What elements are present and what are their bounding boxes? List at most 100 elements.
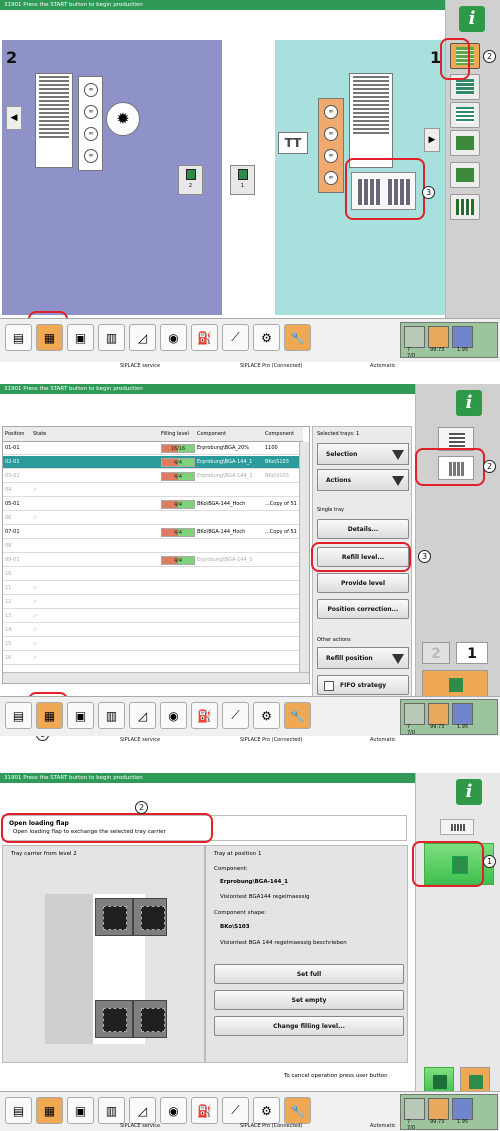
oil-can-button[interactable]: ⛽ bbox=[191, 1097, 218, 1124]
refill-position-dropdown[interactable]: Refill position bbox=[317, 647, 409, 669]
wrench-icon: 🔧 bbox=[290, 1103, 305, 1118]
arrow-left-button[interactable]: ◀ bbox=[6, 106, 22, 130]
col-component-2[interactable]: Component bbox=[265, 427, 294, 442]
bar-chart-button[interactable] bbox=[450, 194, 480, 220]
oil-can-button[interactable]: ⛽ bbox=[191, 324, 218, 351]
col-state[interactable]: State bbox=[33, 427, 46, 442]
fifo-checkbox[interactable] bbox=[324, 681, 334, 691]
book-button[interactable]: ▥ bbox=[98, 702, 125, 729]
table-row[interactable]: 04 ▱ bbox=[3, 484, 303, 497]
table-row[interactable]: 07-01 BKo\BGA-144_Hoch ...Copy of 51 4/4 bbox=[3, 526, 303, 539]
cell-position: 02-01 bbox=[5, 459, 20, 465]
table-row[interactable]: 01-01 Erprobung\BGA_20% 1100 16/16 bbox=[3, 442, 303, 455]
level-2-button[interactable]: 2 bbox=[422, 642, 450, 664]
settings-button[interactable]: ⚙ bbox=[253, 1097, 280, 1124]
table-row[interactable]: 15 ▱ bbox=[3, 638, 303, 651]
stick-button[interactable]: ⟋ bbox=[222, 1097, 249, 1124]
setup-button[interactable]: ▦ bbox=[36, 324, 63, 351]
col-filling[interactable]: Filling level bbox=[161, 427, 189, 442]
connect-button[interactable] bbox=[450, 130, 480, 156]
tt-button[interactable]: TT bbox=[278, 132, 308, 154]
set-empty-button[interactable]: Set empty bbox=[214, 990, 404, 1010]
save-button[interactable]: ▣ bbox=[67, 324, 94, 351]
level-1-button[interactable]: 1 bbox=[456, 642, 488, 664]
grid-icon: ▦ bbox=[43, 708, 56, 723]
sun-icon[interactable]: ✹ bbox=[106, 102, 140, 136]
chart-button[interactable]: ◿ bbox=[129, 702, 156, 729]
tray-list-button[interactable] bbox=[440, 819, 474, 835]
callout-3: 3 bbox=[418, 550, 431, 563]
component-label: Component: bbox=[214, 866, 248, 872]
feeder-stack bbox=[349, 73, 393, 168]
table-row[interactable]: 11 ▱ bbox=[3, 582, 303, 595]
info-icon[interactable]: i bbox=[456, 779, 482, 805]
cell-position: 06 bbox=[5, 515, 12, 521]
gear-icon: ⚙ bbox=[261, 708, 272, 723]
transfer-button[interactable] bbox=[422, 670, 488, 698]
station-slot-1[interactable]: 1 bbox=[230, 165, 255, 195]
cell-state: ▱ bbox=[33, 585, 37, 591]
actions-dropdown[interactable]: Actions bbox=[317, 469, 409, 491]
setup-button[interactable]: ▦ bbox=[36, 1097, 63, 1124]
info-icon[interactable]: i bbox=[459, 6, 485, 32]
save-button[interactable]: ▣ bbox=[67, 1097, 94, 1124]
oil-can-button[interactable]: ⛽ bbox=[191, 702, 218, 729]
stack-button[interactable]: ▤ bbox=[5, 1097, 32, 1124]
col-component[interactable]: Component bbox=[197, 427, 226, 442]
setup-button[interactable]: ▦ bbox=[36, 702, 63, 729]
station-slot-2[interactable]: 2 bbox=[178, 165, 203, 195]
table-row[interactable]: 12 ▱ bbox=[3, 596, 303, 609]
chart-button[interactable]: ◿ bbox=[129, 324, 156, 351]
stick-button[interactable]: ⟋ bbox=[222, 324, 249, 351]
book-button[interactable]: ▥ bbox=[98, 324, 125, 351]
save-button[interactable]: ▣ bbox=[67, 702, 94, 729]
details-button[interactable]: Details... bbox=[317, 519, 409, 539]
cell-position: 15 bbox=[5, 641, 12, 647]
fifo-strategy-toggle[interactable]: FIFO strategy bbox=[317, 675, 409, 695]
vertical-scrollbar[interactable] bbox=[299, 442, 309, 672]
stick-button[interactable]: ⟋ bbox=[222, 702, 249, 729]
horizontal-scrollbar[interactable] bbox=[3, 672, 309, 683]
table-row[interactable]: 14 ▱ bbox=[3, 624, 303, 637]
table-row[interactable]: 08 bbox=[3, 540, 303, 553]
camera-button[interactable]: ◉ bbox=[160, 702, 187, 729]
settings-button[interactable]: ⚙ bbox=[253, 324, 280, 351]
set-full-button[interactable]: Set full bbox=[214, 964, 404, 984]
disconnect-button[interactable] bbox=[450, 162, 480, 188]
table-row[interactable]: 16 ▱ bbox=[3, 652, 303, 665]
stick-icon: ⟋ bbox=[231, 1103, 240, 1117]
table-row[interactable]: 05-01 BKo\BGA-144_Hoch ...Copy of 51 4/4 bbox=[3, 498, 303, 511]
table-row[interactable]: 10 bbox=[3, 568, 303, 581]
list-view-button[interactable] bbox=[450, 102, 480, 128]
service-button[interactable]: 🔧 bbox=[284, 1097, 311, 1124]
selection-dropdown[interactable]: Selection bbox=[317, 443, 409, 465]
book-button[interactable]: ▥ bbox=[98, 1097, 125, 1124]
counter-value: 7/0 bbox=[407, 730, 416, 736]
table-row[interactable]: 13 ▱ bbox=[3, 610, 303, 623]
camera-button[interactable]: ◉ bbox=[160, 1097, 187, 1124]
cell-component-2: BKo\S103 bbox=[265, 473, 289, 479]
position-correction-button[interactable]: Position correction... bbox=[317, 599, 409, 619]
info-icon[interactable]: i bbox=[456, 390, 482, 416]
filling-level-bar: 16/16 bbox=[161, 444, 195, 453]
service-button[interactable]: 🔧 bbox=[284, 324, 311, 351]
provide-level-button[interactable]: Provide level bbox=[317, 573, 409, 593]
chart-button[interactable]: ◿ bbox=[129, 1097, 156, 1124]
status-line: SIPLACE service SIPLACE Pro (Connected) … bbox=[0, 362, 400, 371]
stack-button[interactable]: ▤ bbox=[5, 324, 32, 351]
area-label-2: 2 bbox=[6, 48, 18, 67]
table-row[interactable]: 03-01 Erprobung\BGA-144_3 BKo\S103 4/4 bbox=[3, 470, 303, 483]
arrow-right-button[interactable]: ▶ bbox=[424, 128, 440, 152]
table-row[interactable]: 02-01 Erprobung\BGA-144_1 BKo\S103 4/4 bbox=[3, 456, 303, 469]
nozzle-icon: ∞ bbox=[324, 105, 338, 119]
col-position[interactable]: Position bbox=[5, 427, 24, 442]
table-row[interactable]: 09-01 Erprobung\BGA-144_3 4/4 bbox=[3, 554, 303, 567]
change-filling-level-button[interactable]: Change filling level... bbox=[214, 1016, 404, 1036]
disk-icon: ▣ bbox=[74, 708, 87, 723]
camera-button[interactable]: ◉ bbox=[160, 324, 187, 351]
stack-button[interactable]: ▤ bbox=[5, 702, 32, 729]
table-row[interactable]: 06 ▱ bbox=[3, 512, 303, 525]
service-button[interactable]: 🔧 bbox=[284, 702, 311, 729]
settings-button[interactable]: ⚙ bbox=[253, 702, 280, 729]
callout-2: 2 bbox=[483, 460, 496, 473]
